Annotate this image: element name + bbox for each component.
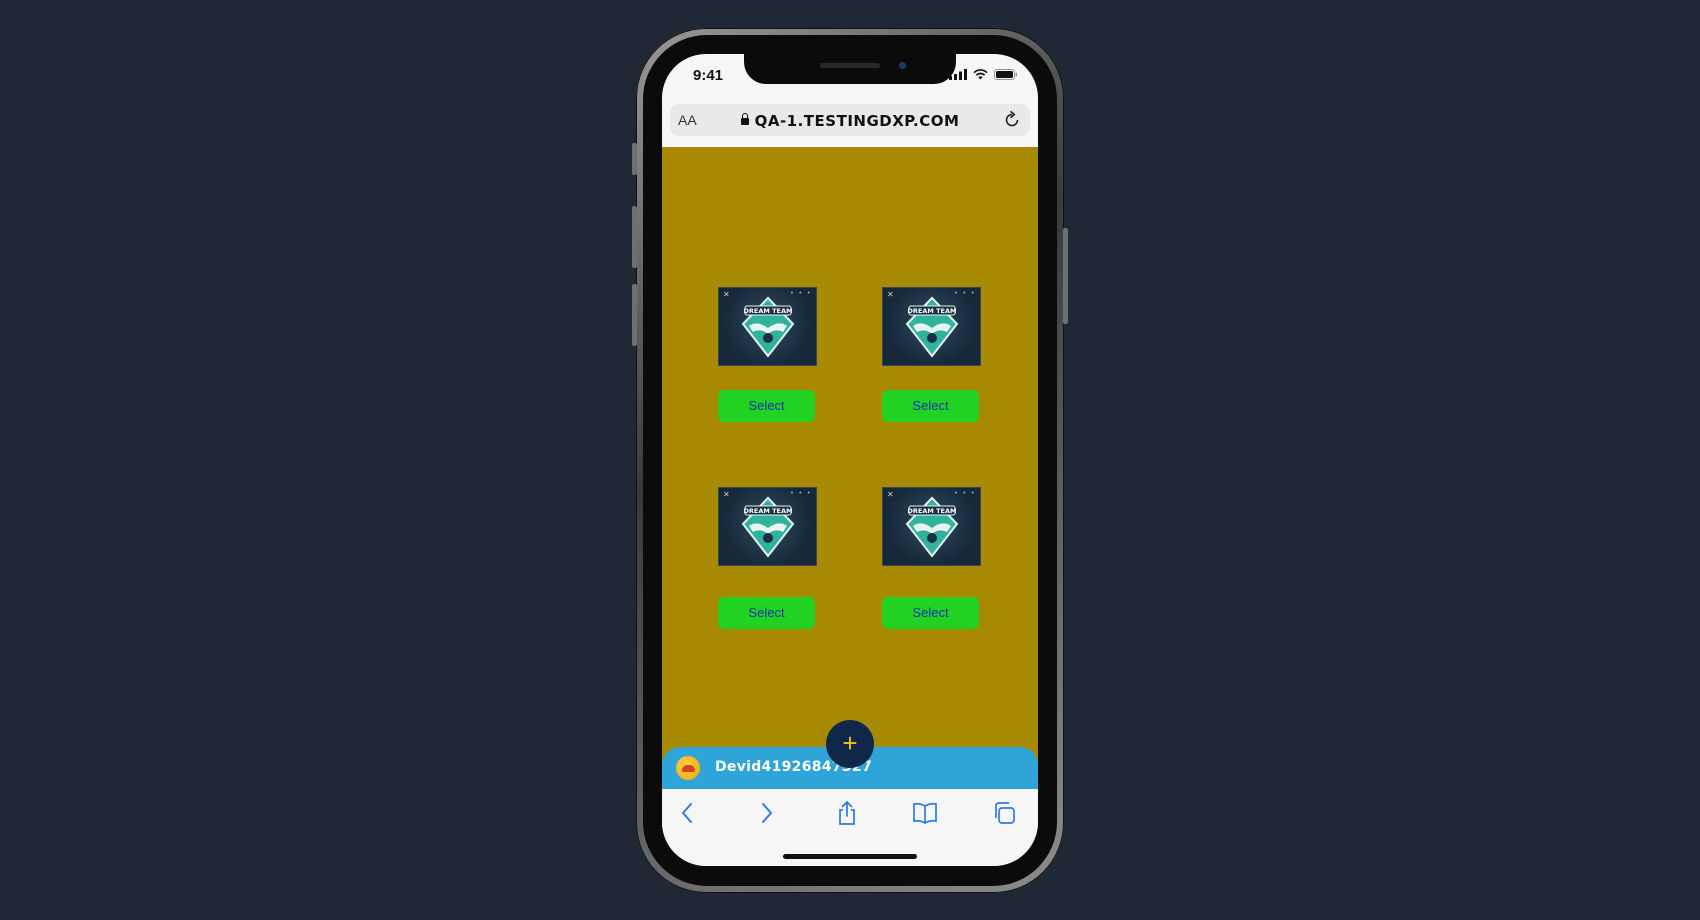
dream-team-logo-image[interactable]: ✕ • • • DREAM TEAM — [718, 487, 817, 566]
select-button[interactable]: Select — [718, 390, 815, 422]
volume-down-button — [632, 284, 637, 346]
svg-text:DREAM TEAM: DREAM TEAM — [908, 307, 957, 315]
url-text: QA-1.TESTINGDXP.COM — [754, 112, 960, 130]
address-bar[interactable]: AA QA-1.TESTINGDXP.COM — [670, 104, 1030, 136]
front-camera — [899, 62, 906, 69]
shield-logo-icon: DREAM TEAM — [905, 296, 959, 358]
add-button[interactable]: + — [826, 720, 874, 768]
select-button[interactable]: Select — [882, 390, 979, 422]
bookmarks-icon — [913, 802, 937, 824]
share-button[interactable] — [832, 799, 862, 827]
dream-team-logo-image[interactable]: ✕ • • • DREAM TEAM — [718, 287, 817, 366]
status-icons — [949, 69, 1018, 80]
home-indicator[interactable] — [783, 854, 917, 859]
shield-logo-icon: DREAM TEAM — [905, 496, 959, 558]
dream-team-logo-image[interactable]: ✕ • • • DREAM TEAM — [882, 287, 981, 366]
close-icon: ✕ — [723, 290, 730, 299]
url-display[interactable]: QA-1.TESTINGDXP.COM — [670, 112, 1030, 130]
tabs-icon — [995, 802, 1015, 824]
team-card: ✕ • • • DREAM TEAM Select — [718, 487, 817, 629]
page-content: ✕ • • • DREAM TEAM Select ✕ • • • DREAM … — [662, 147, 1038, 787]
lock-icon — [740, 113, 749, 125]
team-card: ✕ • • • DREAM TEAM Select — [882, 287, 981, 422]
svg-text:DREAM TEAM: DREAM TEAM — [908, 507, 957, 515]
back-button[interactable] — [672, 799, 702, 827]
status-time: 9:41 — [693, 67, 724, 84]
notch — [744, 54, 956, 84]
select-button[interactable]: Select — [882, 597, 979, 629]
back-icon — [681, 803, 692, 823]
mute-switch — [632, 143, 637, 175]
forward-button[interactable] — [752, 799, 782, 827]
forward-icon — [762, 803, 773, 823]
battery-icon — [994, 69, 1017, 80]
team-card: ✕ • • • DREAM TEAM Select — [882, 487, 981, 629]
close-icon: ✕ — [887, 490, 894, 499]
share-icon — [839, 800, 855, 825]
close-icon: ✕ — [887, 290, 894, 299]
phone-screen: 9:41 AA QA-1.TESTINGDXP.COM ✕ • • • DREA… — [662, 54, 1038, 866]
bookmarks-button[interactable] — [910, 799, 940, 827]
avatar[interactable] — [676, 756, 700, 780]
wifi-icon — [973, 69, 988, 80]
speaker — [820, 63, 880, 68]
dream-team-logo-image[interactable]: ✕ • • • DREAM TEAM — [882, 487, 981, 566]
select-button[interactable]: Select — [718, 597, 815, 629]
team-card: ✕ • • • DREAM TEAM Select — [718, 287, 817, 422]
tabs-button[interactable] — [989, 799, 1019, 827]
svg-text:DREAM TEAM: DREAM TEAM — [744, 507, 793, 515]
close-icon: ✕ — [723, 490, 730, 499]
power-button — [1063, 228, 1068, 324]
volume-up-button — [632, 206, 637, 268]
svg-text:DREAM TEAM: DREAM TEAM — [744, 307, 793, 315]
shield-logo-icon: DREAM TEAM — [741, 496, 795, 558]
reload-icon[interactable] — [1002, 110, 1022, 130]
shield-logo-icon: DREAM TEAM — [741, 296, 795, 358]
